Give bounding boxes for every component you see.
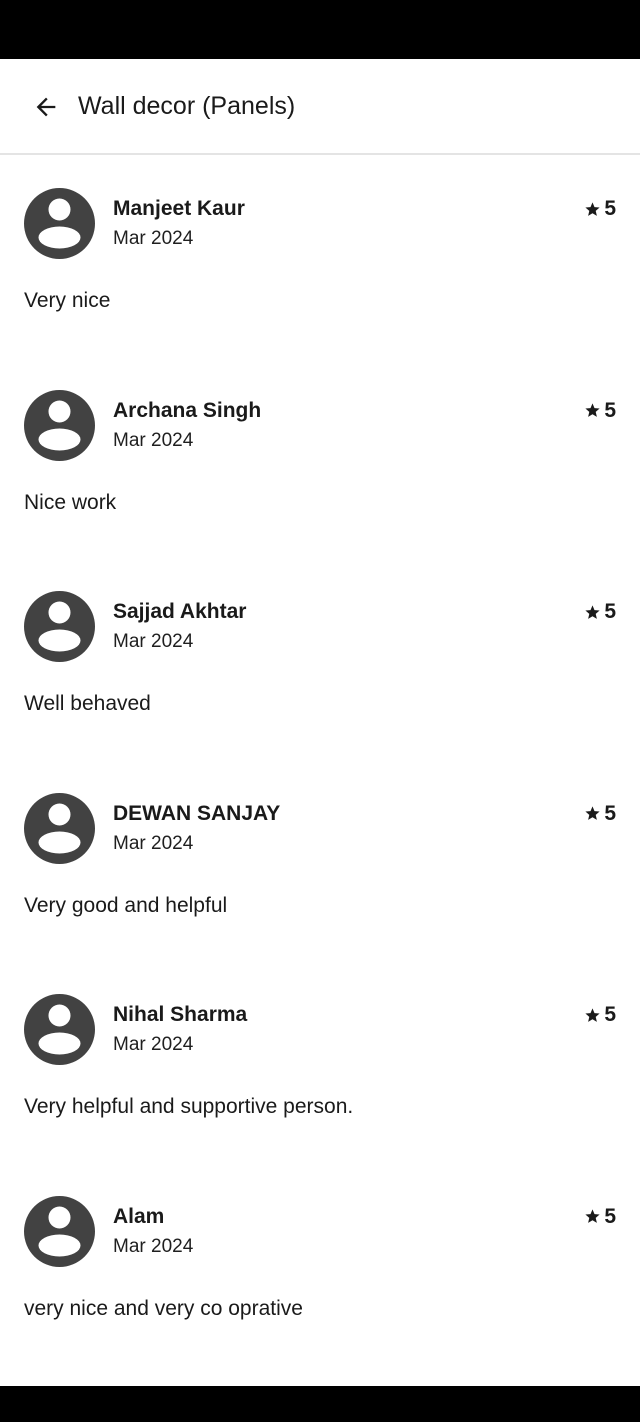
reviewer-name: Nihal Sharma (113, 1003, 248, 1026)
rating: 5 (584, 801, 616, 827)
avatar-icon (24, 389, 95, 461)
reviews-list: Manjeet Kaur Mar 2024 5 Very nice Archan… (0, 154, 640, 1363)
avatar-icon (24, 188, 95, 259)
navigation-bar (0, 1386, 640, 1422)
reviewer-name: Archana Singh (113, 398, 262, 422)
rating: 5 (584, 599, 616, 625)
rating-value: 5 (604, 1204, 616, 1228)
review-item: DEWAN SANJAY Mar 2024 5 Very good and he… (0, 759, 640, 961)
review-text: Nice work (24, 490, 117, 514)
review-item: Sajjad Akhtar Mar 2024 5 Well behaved (0, 557, 640, 759)
review-text: Very nice (24, 289, 111, 312)
review-text: very nice and very co oprative (24, 1296, 303, 1320)
review-item: Alam Mar 2024 5 very nice and very co op… (0, 1162, 640, 1364)
reviewer-name: Manjeet Kaur (113, 197, 245, 220)
review-date: Mar 2024 (113, 1235, 194, 1257)
review-date: Mar 2024 (113, 228, 194, 249)
review-date: Mar 2024 (113, 832, 194, 854)
reviewer-name: Alam (113, 1204, 165, 1228)
review-text: Well behaved (24, 692, 151, 715)
review-date: Mar 2024 (113, 429, 194, 451)
avatar-icon (24, 1195, 95, 1267)
review-date: Mar 2024 (113, 631, 194, 652)
star-icon (585, 201, 600, 216)
review-item: Archana Singh Mar 2024 5 Nice work (0, 356, 640, 558)
review-item: Manjeet Kaur Mar 2024 5 Very nice (0, 154, 640, 356)
rating: 5 (584, 196, 616, 222)
rating-value: 5 (604, 398, 616, 422)
page-title: Wall decor (Panels) (78, 92, 296, 120)
review-text: Very helpful and supportive person. (24, 1095, 354, 1118)
back-button[interactable] (22, 83, 70, 131)
review-date: Mar 2024 (113, 1034, 194, 1055)
star-icon (585, 604, 600, 619)
avatar-icon (24, 994, 95, 1065)
rating-value: 5 (604, 197, 616, 220)
star-icon (585, 1007, 600, 1022)
avatar-icon (24, 591, 95, 662)
rating-value: 5 (604, 801, 616, 825)
rating: 5 (584, 1204, 616, 1230)
reviewer-name: Sajjad Akhtar (113, 600, 247, 623)
avatar-icon (24, 792, 95, 864)
star-icon (585, 403, 600, 417)
app-bar: Wall decor (Panels) (0, 59, 640, 155)
star-icon (585, 806, 600, 820)
star-icon (585, 1209, 600, 1223)
rating: 5 (584, 1002, 616, 1028)
review-item: Nihal Sharma Mar 2024 5 Very helpful and… (0, 960, 640, 1162)
rating-value: 5 (604, 600, 616, 623)
rating: 5 (584, 398, 616, 424)
reviewer-name: DEWAN SANJAY (113, 801, 281, 825)
status-bar (0, 0, 640, 59)
review-text: Very good and helpful (24, 893, 228, 917)
rating-value: 5 (604, 1003, 616, 1026)
arrow-left-icon (36, 97, 56, 117)
